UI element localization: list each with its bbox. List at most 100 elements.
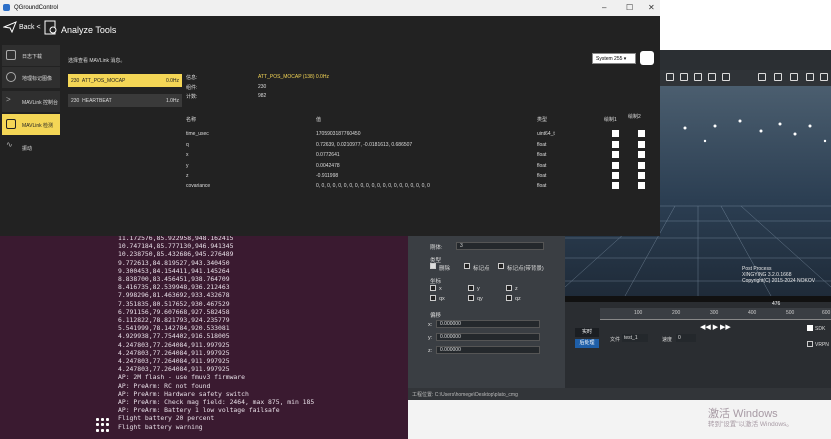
back-label: Back xyxy=(18,23,35,31)
plot2-checkbox[interactable] xyxy=(638,141,645,148)
viewport-caption: Post Process XINGYING 3.2.0.1668 Copyrig… xyxy=(742,266,816,284)
axis-checkbox[interactable] xyxy=(468,285,474,291)
minimize-button[interactable]: – xyxy=(602,3,606,12)
axis-checkbox[interactable] xyxy=(506,295,512,301)
sidebar-item-geotag[interactable]: 地理标记图像 xyxy=(2,67,60,88)
type-checkbox[interactable] xyxy=(464,263,470,269)
terminal-line: 5.541999,78.142784,920.533081 xyxy=(118,324,230,333)
sidebar-item-mavlink-console[interactable]: > MAVLink 控制台 xyxy=(2,91,60,112)
plot2-checkbox[interactable] xyxy=(638,162,645,169)
tool-icon[interactable] xyxy=(774,73,782,81)
plot2-checkbox[interactable] xyxy=(638,182,645,189)
tool-icon[interactable] xyxy=(806,73,814,81)
axis-checkbox[interactable] xyxy=(430,295,436,301)
chevron-down-icon: ▾ xyxy=(623,56,627,62)
plot1-checkbox[interactable] xyxy=(612,172,619,179)
offset-x-input[interactable]: 0.000000 xyxy=(436,320,540,328)
field-type: float xyxy=(537,142,547,148)
sdk-checkbox[interactable] xyxy=(807,325,813,331)
sidebar-item-vibration[interactable]: ∿ 振动 xyxy=(2,137,60,158)
tool-icon[interactable] xyxy=(820,73,828,81)
field-value: -0.911998 xyxy=(316,173,339,179)
terminal-line: AP: PreArm: Battery 1 low voltage failsa… xyxy=(118,406,280,415)
tool-icon[interactable] xyxy=(790,73,798,81)
message-name: HEARTBEAT xyxy=(82,98,112,104)
sidebar-item-mavlink-inspector[interactable]: MAVLink 检测 xyxy=(2,114,60,135)
sidebar-item-label: MAVLink 控制台 xyxy=(22,100,59,106)
terminal-line: 9.772613,84.819527,943.340450 xyxy=(118,258,230,267)
realtime-button[interactable]: 实时 xyxy=(575,328,599,337)
type-checkbox[interactable] xyxy=(430,263,436,269)
tool-icon[interactable] xyxy=(722,73,730,81)
vibration-icon: ∿ xyxy=(6,140,13,149)
type-checkbox[interactable] xyxy=(498,263,504,269)
message-rate: 1.0Hz xyxy=(165,98,179,104)
message-rate: 0.0Hz xyxy=(165,78,179,84)
column-type: 类型 xyxy=(537,117,548,123)
axis-checkbox[interactable] xyxy=(506,285,512,291)
close-button[interactable]: ✕ xyxy=(648,3,655,12)
speed-input[interactable]: 0 xyxy=(676,334,696,342)
maximize-button[interactable]: ☐ xyxy=(626,3,633,12)
page-title: Analyze Tools xyxy=(61,25,117,35)
chevron-right-icon: > xyxy=(6,95,11,104)
sidebar-item-log-download[interactable]: 日志下载 xyxy=(2,45,60,66)
terminal-output: 11.172576,85.922958,948.162415 10.747184,… xyxy=(88,230,408,439)
terminal-line: 4.929938,77.754402,916.518005 xyxy=(118,332,230,341)
tool-icon[interactable] xyxy=(708,73,716,81)
plot1-checkbox[interactable] xyxy=(612,182,619,189)
timeline-bar xyxy=(565,296,831,302)
post-process-button[interactable]: 后处理 xyxy=(575,339,599,348)
field-type: float xyxy=(537,152,547,158)
plot1-checkbox[interactable] xyxy=(612,162,619,169)
tool-icon[interactable] xyxy=(694,73,702,81)
field-value: 0.0772641 xyxy=(316,152,340,158)
tool-icon[interactable] xyxy=(666,73,674,81)
plot1-checkbox[interactable] xyxy=(612,151,619,158)
terminal-line: 4.247803,77.264084,911.997925 xyxy=(118,365,230,374)
system-icon[interactable] xyxy=(640,51,654,65)
timeline-ruler[interactable]: 100 200 300 400 500 600 476 xyxy=(600,301,831,320)
axis-checkbox[interactable] xyxy=(430,285,436,291)
sidebar-item-label: 振动 xyxy=(22,146,33,152)
rigid-body-panel: 刚体: 3 类型 删除 标记点 标记点(带背景) 坐标 x y z qx qy … xyxy=(408,236,565,388)
file-select[interactable]: test_1 xyxy=(622,334,648,342)
message-item[interactable]: 230 HEARTBEAT 1.0Hz xyxy=(68,94,182,107)
inspector-hint: 选择查看 MAVLink 消息。 xyxy=(68,58,126,64)
vrpn-checkbox[interactable] xyxy=(807,341,813,347)
info-value: ATT_POS_MOCAP (138) 0.0Hz xyxy=(258,74,329,80)
rigid-select[interactable]: 3 xyxy=(456,242,544,250)
terminal-line: 4.247803,77.264084,911.997925 xyxy=(118,340,230,349)
terminal-line: 10.747184,85.777130,946.941345 xyxy=(118,242,234,251)
location-pin-icon xyxy=(6,72,16,82)
tool-icon[interactable] xyxy=(680,73,688,81)
message-item[interactable]: 230 ATT_POS_MOCAP 0.0Hz xyxy=(68,74,182,87)
terminal-line: 9.300453,84.154411,941.145264 xyxy=(118,266,230,275)
column-name: 名称 xyxy=(186,117,197,123)
field-value: 0.0042478 xyxy=(316,163,340,169)
plot2-checkbox[interactable] xyxy=(638,172,645,179)
sidebar-item-label: MAVLink 检测 xyxy=(22,123,54,129)
offset-y-input[interactable]: 0.000000 xyxy=(436,333,540,341)
waveform-icon xyxy=(6,119,16,129)
column-plot2: 绘制2 xyxy=(628,114,641,120)
terminal-line: 8.838700,83.456451,938.764709 xyxy=(118,275,230,284)
back-button[interactable]: Back < xyxy=(2,21,41,34)
vrpn-label: VRPN xyxy=(815,342,829,348)
field-name: covariance xyxy=(186,183,211,189)
plot1-checkbox[interactable] xyxy=(612,141,619,148)
offset-z-input[interactable]: 0.000000 xyxy=(436,346,540,354)
playback-controls-icon[interactable]: ◀◀ ▶ ▶▶ xyxy=(700,323,731,331)
plot2-checkbox[interactable] xyxy=(638,151,645,158)
tool-icon[interactable] xyxy=(758,73,766,81)
plot2-checkbox[interactable] xyxy=(638,130,645,137)
field-type: float xyxy=(537,163,547,169)
type-option: 标记点(带背景) xyxy=(507,266,544,272)
start-grid-icon[interactable] xyxy=(96,418,110,432)
axis-checkbox[interactable] xyxy=(468,295,474,301)
system-select[interactable]: System 255 ▾ xyxy=(592,53,636,64)
title-bar: QGroundControl – ☐ ✕ xyxy=(0,0,660,16)
axis-option: z xyxy=(515,286,518,292)
sidebar: 日志下载 地理标记图像 > MAVLink 控制台 MAVLink 检测 ∿ 振动 xyxy=(0,43,60,236)
plot1-checkbox[interactable] xyxy=(612,130,619,137)
